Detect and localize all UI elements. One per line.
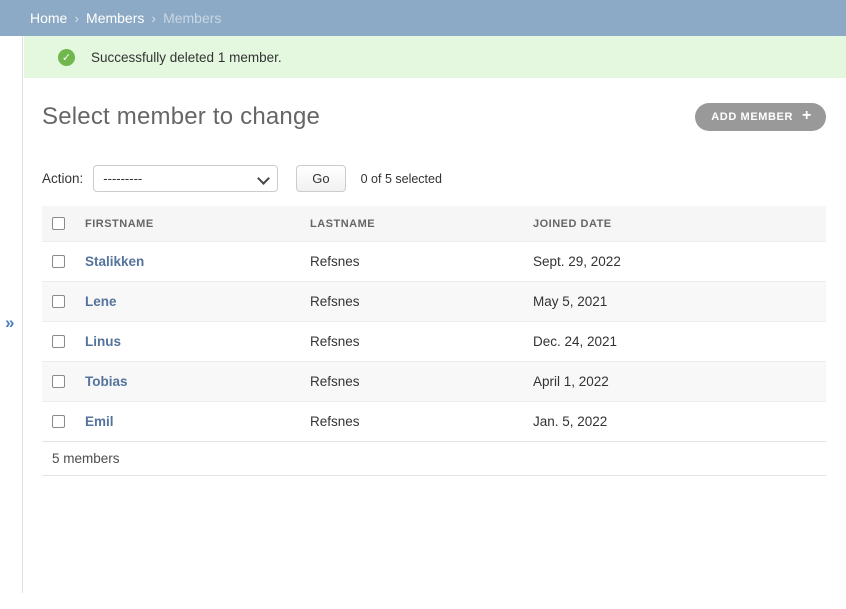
joined-date-cell: April 1, 2022	[533, 362, 826, 402]
sidebar-expand-toggle-icon[interactable]: »	[5, 314, 14, 331]
breadcrumb-current: Members	[163, 10, 221, 26]
joined-date-cell: May 5, 2021	[533, 282, 826, 322]
breadcrumb-separator: ›	[151, 10, 156, 26]
lastname-cell: Refsnes	[310, 322, 533, 362]
column-header-firstname: Firstname	[85, 206, 310, 242]
selection-counter: 0 of 5 selected	[361, 172, 442, 186]
success-check-icon: ✓	[58, 49, 75, 66]
add-member-button-label: ADD MEMBER	[711, 111, 793, 123]
joined-date-cell: Jan. 5, 2022	[533, 402, 826, 442]
member-link[interactable]: Lene	[85, 294, 117, 309]
action-label: Action:	[42, 171, 83, 186]
go-button[interactable]: Go	[296, 165, 345, 192]
lastname-cell: Refsnes	[310, 282, 533, 322]
select-all-checkbox[interactable]	[52, 217, 65, 230]
member-count: 5 members	[42, 441, 826, 476]
success-message: ✓ Successfully deleted 1 member.	[24, 36, 846, 78]
lastname-cell: Refsnes	[310, 242, 533, 282]
row-checkbox[interactable]	[52, 335, 65, 348]
main-content: Select member to change ADD MEMBER + Act…	[24, 102, 846, 476]
table-row: Linus Refsnes Dec. 24, 2021	[42, 322, 826, 362]
success-message-text: Successfully deleted 1 member.	[91, 50, 282, 65]
member-link[interactable]: Emil	[85, 414, 114, 429]
plus-icon: +	[802, 108, 812, 124]
breadcrumb: Home › Members › Members	[0, 0, 846, 36]
row-checkbox[interactable]	[52, 415, 65, 428]
member-link[interactable]: Stalikken	[85, 254, 144, 269]
table-header-row: Firstname Lastname Joined date	[42, 206, 826, 242]
page-title: Select member to change	[42, 103, 320, 131]
column-header-lastname: Lastname	[310, 206, 533, 242]
lastname-cell: Refsnes	[310, 362, 533, 402]
row-checkbox[interactable]	[52, 255, 65, 268]
table-row: Tobias Refsnes April 1, 2022	[42, 362, 826, 402]
breadcrumb-separator: ›	[74, 10, 79, 26]
table-row: Emil Refsnes Jan. 5, 2022	[42, 402, 826, 442]
member-link[interactable]: Tobias	[85, 374, 128, 389]
row-checkbox[interactable]	[52, 295, 65, 308]
lastname-cell: Refsnes	[310, 402, 533, 442]
joined-date-cell: Sept. 29, 2022	[533, 242, 826, 282]
member-link[interactable]: Linus	[85, 334, 121, 349]
column-header-joined-date: Joined date	[533, 206, 826, 242]
action-select[interactable]: ---------	[93, 165, 278, 192]
table-row: Stalikken Refsnes Sept. 29, 2022	[42, 242, 826, 282]
members-table: Firstname Lastname Joined date Stalikken…	[42, 206, 826, 441]
add-member-button[interactable]: ADD MEMBER +	[695, 103, 826, 131]
breadcrumb-link-members[interactable]: Members	[86, 10, 144, 26]
joined-date-cell: Dec. 24, 2021	[533, 322, 826, 362]
table-row: Lene Refsnes May 5, 2021	[42, 282, 826, 322]
breadcrumb-link-home[interactable]: Home	[30, 10, 67, 26]
collapsed-sidebar: »	[0, 36, 23, 593]
row-checkbox[interactable]	[52, 375, 65, 388]
